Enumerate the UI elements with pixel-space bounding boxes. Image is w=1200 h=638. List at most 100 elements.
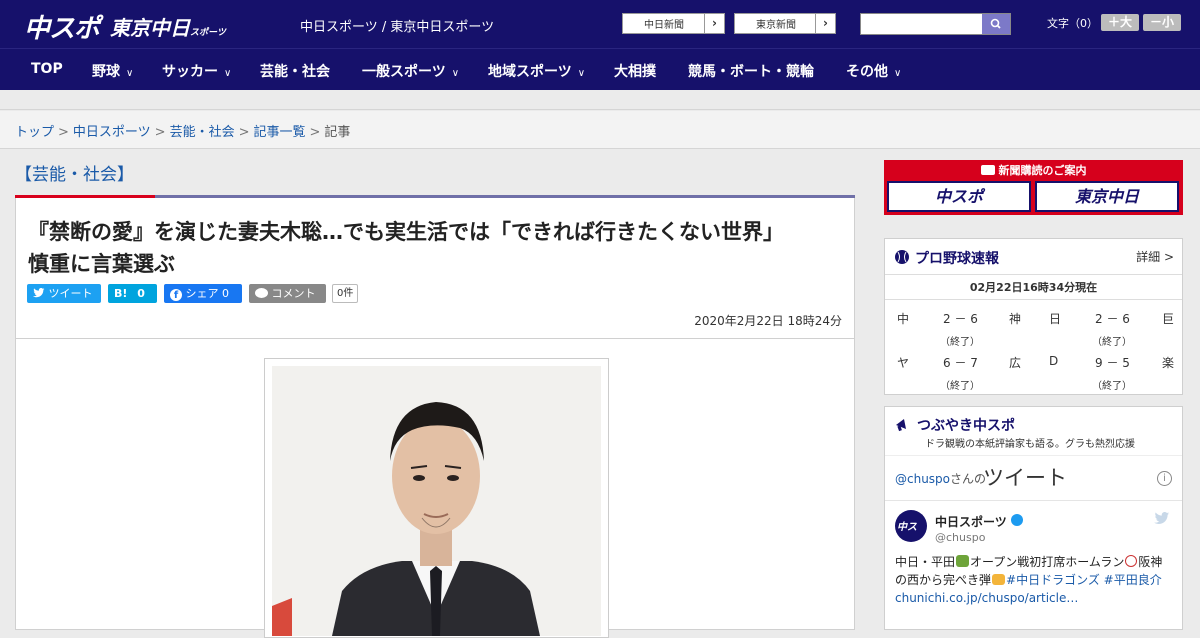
font-larger-button[interactable]: ＋大 — [1101, 14, 1139, 31]
breadcrumb-separator: > — [309, 125, 321, 140]
breadcrumb-chunichi-sports[interactable]: 中日スポーツ — [73, 125, 151, 140]
nav-entertainment[interactable]: 芸能・社会 — [260, 61, 330, 81]
tweets-handle[interactable]: @chuspoさんの — [895, 470, 986, 487]
hatena-icon: B! — [114, 287, 128, 300]
info-icon[interactable]: i — [1157, 471, 1172, 486]
tweet-text-part1: 中日・平田 — [895, 555, 956, 569]
game1-score: 2 － 6 — [943, 312, 978, 326]
tweets-title: つぶやき中スポ — [917, 418, 1015, 434]
search-icon — [990, 18, 1001, 29]
tokyo-chunichi-logo-small: スポーツ — [190, 28, 226, 38]
game3-home: ヤ — [897, 356, 910, 370]
facebook-label: シェア 0 — [185, 287, 230, 300]
hatena-bookmark-button[interactable]: B! 0 — [108, 284, 157, 303]
nav-general-sports[interactable]: 一般スポーツ ∨ — [362, 61, 459, 81]
breadcrumb-current: 記事 — [324, 125, 351, 140]
nav-label: 芸能・社会 — [260, 64, 330, 80]
subscription-ad-title: 新聞購読のご案内 — [884, 162, 1183, 178]
breadcrumb-article-list[interactable]: 記事一覧 — [254, 125, 306, 140]
search-button[interactable] — [982, 14, 1010, 34]
publish-date: 2020年2月22日 18時24分 — [694, 314, 842, 328]
nav-label: 一般スポーツ — [362, 64, 446, 80]
facebook-share-button[interactable]: f シェア 0 — [164, 284, 242, 303]
search-input[interactable] — [861, 14, 983, 34]
nav-label: TOP — [31, 61, 63, 77]
chuspo-logo[interactable]: 中スポ — [24, 8, 100, 45]
chevron-down-icon: ∨ — [577, 68, 586, 79]
game3-away: 広 — [1009, 356, 1022, 370]
breadcrumb: トップ > 中日スポーツ > 芸能・社会 > 記事一覧 > 記事 — [0, 111, 1200, 149]
scores-detail-link[interactable]: 詳細 > — [1136, 248, 1174, 265]
tweet-author-name[interactable]: 中日スポーツ — [935, 513, 1007, 530]
subscription-ad-banner[interactable]: 新聞購読のご案内 中スポ 東京中日 — [884, 160, 1183, 215]
nav-other[interactable]: その他 ∨ — [846, 61, 901, 81]
breadcrumb-separator: > — [154, 125, 166, 140]
tweets-card: つぶやき中スポ ドラ観戦の本紙評論家も語る。グラも熱烈応援 @chuspoさんの… — [884, 406, 1183, 630]
baseball-icon — [895, 250, 909, 264]
site-names: 中日スポーツ / 東京中日スポーツ — [300, 20, 495, 35]
nav-label: 野球 — [92, 64, 120, 80]
article-photo-frame — [264, 358, 609, 638]
nav-label: 地域スポーツ — [488, 64, 572, 80]
game2-score: 2 － 6 — [1095, 312, 1130, 326]
tweets-subtitle: ドラ観戦の本紙評論家も語る。グラも熱烈応援 — [925, 439, 1135, 450]
subscription-tokyo-chunichi[interactable]: 東京中日 — [1035, 181, 1179, 212]
tokyo-chunichi-logo[interactable]: 東京中日スポーツ — [110, 12, 226, 41]
subscription-chuspo[interactable]: 中スポ — [887, 181, 1031, 212]
tweets-handle-suffix: さんの — [950, 472, 987, 486]
comment-label: コメント — [271, 287, 316, 300]
chunichi-shimbun-link[interactable]: 中日新聞 › — [622, 13, 725, 34]
tweets-handle-name: @chuspo — [895, 472, 951, 486]
game4-status: （終了） — [1092, 381, 1132, 392]
tweet-hashtags[interactable]: #中日ドラゴンズ #平田良介 — [1006, 573, 1162, 587]
game1-home: 中 — [897, 312, 910, 326]
tweet-label: ツイート — [48, 287, 93, 300]
nav-top[interactable]: TOP — [31, 61, 63, 77]
verified-badge-icon — [1011, 514, 1023, 526]
nav-baseball[interactable]: 野球 ∨ — [92, 61, 133, 81]
scores-timestamp: 02月22日16時34分現在 — [885, 276, 1182, 300]
chevron-down-icon: ∨ — [451, 68, 460, 79]
tweet-text: 中日・平田 オープン戦初打席ホームラン 阪神 の西から完ぺき弾 #中日ドラゴンズ #平田… — [895, 553, 1175, 607]
breadcrumb-separator: > — [58, 125, 69, 140]
avatar[interactable]: 中ス — [895, 510, 927, 542]
nav-sumo[interactable]: 大相撲 — [614, 61, 656, 81]
chevron-down-icon: ∨ — [224, 68, 232, 79]
spacer-strip — [0, 90, 1200, 110]
megaphone-icon — [896, 419, 906, 432]
tweet-button[interactable]: ツイート — [27, 284, 101, 303]
font-smaller-button[interactable]: －小 — [1143, 14, 1181, 31]
nav-label: 競馬・ボート・競輪 — [688, 64, 814, 80]
avatar-logo-icon: 中ス — [897, 522, 917, 533]
breadcrumb-separator: > — [238, 125, 250, 140]
game3-score: 6 － 7 — [943, 356, 978, 370]
tweet-author-handle[interactable]: @chuspo — [935, 531, 985, 544]
tokyo-shimbun-label: 東京新聞 — [756, 20, 796, 31]
breadcrumb-top[interactable]: トップ — [15, 125, 54, 140]
game4-home: D — [1049, 354, 1059, 368]
main-nav: TOP 野球 ∨ サッカー ∨ 芸能・社会 一般スポーツ ∨ 地域スポーツ ∨ 大相撲 … — [0, 48, 1200, 90]
comment-button[interactable]: コメント — [249, 284, 326, 303]
chevron-right-icon: › — [815, 14, 835, 33]
facebook-icon: f — [170, 289, 182, 301]
game1-status: （終了） — [940, 337, 980, 348]
nav-racing[interactable]: 競馬・ボート・競輪 — [688, 61, 814, 81]
tweet-text-part3: 阪神 — [1138, 555, 1163, 569]
game2-home: 日 — [1049, 312, 1062, 326]
headline-line-1: 『禁断の愛』を演じた妻夫木聡…でも実生活では「できれば行きたくない世界」 — [28, 220, 784, 244]
comment-count: 0件 — [332, 284, 359, 303]
dragon-emoji-icon — [956, 555, 970, 567]
speech-bubble-icon — [255, 288, 268, 298]
nav-label: その他 — [846, 64, 888, 80]
nav-local-sports[interactable]: 地域スポーツ ∨ — [488, 61, 585, 81]
tweet-text-part2: オープン戦初打席ホームラン — [970, 555, 1125, 569]
nav-soccer[interactable]: サッカー ∨ — [162, 61, 231, 81]
breadcrumb-entertainment[interactable]: 芸能・社会 — [170, 125, 235, 140]
article-photo[interactable] — [272, 366, 601, 636]
tweet-link[interactable]: chunichi.co.jp/chuspo/article… — [895, 591, 1078, 605]
tokyo-shimbun-link[interactable]: 東京新聞 › — [734, 13, 836, 34]
chevron-down-icon: ∨ — [126, 68, 134, 79]
twitter-bird-icon — [1154, 512, 1170, 524]
article-divider — [16, 338, 854, 339]
twitter-bird-icon — [33, 288, 45, 298]
